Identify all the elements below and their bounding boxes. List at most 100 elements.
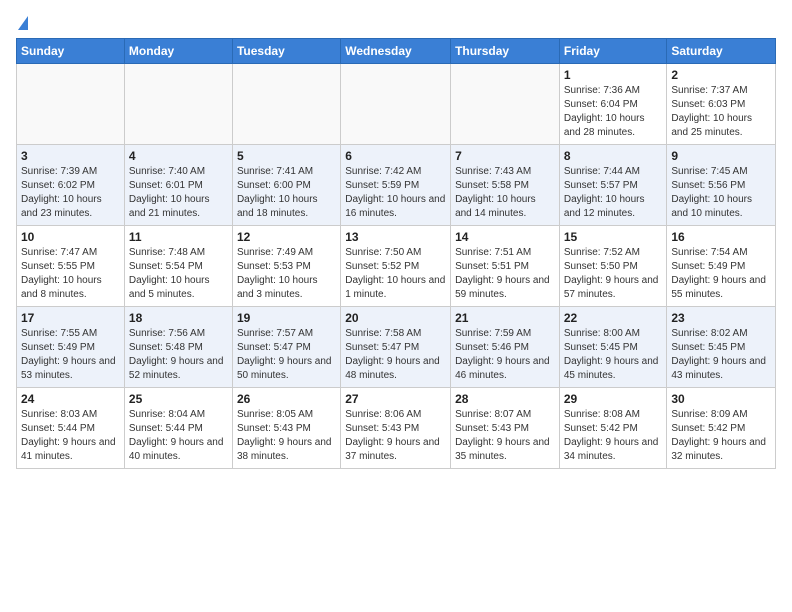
day-number: 8 (564, 149, 663, 163)
day-info: Sunrise: 8:06 AM Sunset: 5:43 PM Dayligh… (345, 408, 446, 464)
calendar-cell: 22 Sunrise: 8:00 AM Sunset: 5:45 PM Dayli… (559, 307, 667, 388)
day-info: Sunrise: 7:56 AM Sunset: 5:48 PM Dayligh… (129, 327, 228, 383)
day-number: 12 (237, 230, 336, 244)
calendar-week-row: 24 Sunrise: 8:03 AM Sunset: 5:44 PM Dayli… (17, 388, 776, 469)
day-info: Sunrise: 7:50 AM Sunset: 5:52 PM Dayligh… (345, 246, 446, 302)
day-info: Sunrise: 7:42 AM Sunset: 5:59 PM Dayligh… (345, 165, 446, 221)
calendar-header-friday: Friday (559, 39, 667, 64)
day-number: 7 (455, 149, 555, 163)
calendar-cell: 25Sunrise: 8:04 AM Sunset: 5:44 PM Dayli… (124, 388, 232, 469)
day-number: 28 (455, 392, 555, 406)
day-info: Sunrise: 7:48 AM Sunset: 5:54 PM Dayligh… (129, 246, 228, 302)
day-info: Sunrise: 8:00 AM Sunset: 5:45 PM Dayligh… (564, 327, 663, 383)
calendar-cell: 8Sunrise: 7:44 AM Sunset: 5:57 PM Daylig… (559, 145, 667, 226)
calendar-cell: 18 Sunrise: 7:56 AM Sunset: 5:48 PM Dayli… (124, 307, 232, 388)
day-info: Sunrise: 7:59 AM Sunset: 5:46 PM Dayligh… (455, 327, 555, 383)
calendar-cell (17, 64, 125, 145)
calendar-week-row: 1 Sunrise: 7:36 AM Sunset: 6:04 PM Daylig… (17, 64, 776, 145)
day-number: 3 (21, 149, 120, 163)
calendar-cell: 23Sunrise: 8:02 AM Sunset: 5:45 PM Dayli… (667, 307, 776, 388)
calendar-cell: 14Sunrise: 7:51 AM Sunset: 5:51 PM Dayli… (451, 226, 560, 307)
day-number: 15 (564, 230, 663, 244)
day-number: 4 (129, 149, 228, 163)
day-info: Sunrise: 7:51 AM Sunset: 5:51 PM Dayligh… (455, 246, 555, 302)
calendar-cell (124, 64, 232, 145)
calendar-header-sunday: Sunday (17, 39, 125, 64)
calendar-cell: 11 Sunrise: 7:48 AM Sunset: 5:54 PM Dayli… (124, 226, 232, 307)
calendar-week-row: 3 Sunrise: 7:39 AM Sunset: 6:02 PM Daylig… (17, 145, 776, 226)
calendar-cell: 17 Sunrise: 7:55 AM Sunset: 5:49 PM Dayli… (17, 307, 125, 388)
day-number: 16 (671, 230, 771, 244)
calendar-cell: 27 Sunrise: 8:06 AM Sunset: 5:43 PM Dayli… (341, 388, 451, 469)
day-number: 24 (21, 392, 120, 406)
day-info: Sunrise: 8:09 AM Sunset: 5:42 PM Dayligh… (671, 408, 771, 464)
calendar-cell: 24 Sunrise: 8:03 AM Sunset: 5:44 PM Dayli… (17, 388, 125, 469)
calendar-cell: 30 Sunrise: 8:09 AM Sunset: 5:42 PM Dayli… (667, 388, 776, 469)
calendar-cell: 26 Sunrise: 8:05 AM Sunset: 5:43 PM Dayli… (232, 388, 340, 469)
day-info: Sunrise: 7:39 AM Sunset: 6:02 PM Dayligh… (21, 165, 120, 221)
day-info: Sunrise: 7:55 AM Sunset: 5:49 PM Dayligh… (21, 327, 120, 383)
calendar-cell: 20 Sunrise: 7:58 AM Sunset: 5:47 PM Dayli… (341, 307, 451, 388)
day-info: Sunrise: 7:54 AM Sunset: 5:49 PM Dayligh… (671, 246, 771, 302)
day-info: Sunrise: 7:57 AM Sunset: 5:47 PM Dayligh… (237, 327, 336, 383)
day-number: 26 (237, 392, 336, 406)
day-number: 19 (237, 311, 336, 325)
day-info: Sunrise: 8:03 AM Sunset: 5:44 PM Dayligh… (21, 408, 120, 464)
day-number: 9 (671, 149, 771, 163)
day-number: 2 (671, 68, 771, 82)
calendar-header-row: SundayMondayTuesdayWednesdayThursdayFrid… (17, 39, 776, 64)
calendar-cell: 29Sunrise: 8:08 AM Sunset: 5:42 PM Dayli… (559, 388, 667, 469)
day-info: Sunrise: 7:58 AM Sunset: 5:47 PM Dayligh… (345, 327, 446, 383)
day-number: 18 (129, 311, 228, 325)
calendar-cell: 7 Sunrise: 7:43 AM Sunset: 5:58 PM Daylig… (451, 145, 560, 226)
calendar-cell: 21 Sunrise: 7:59 AM Sunset: 5:46 PM Dayli… (451, 307, 560, 388)
day-number: 23 (671, 311, 771, 325)
calendar-cell: 12 Sunrise: 7:49 AM Sunset: 5:53 PM Dayli… (232, 226, 340, 307)
calendar-header-wednesday: Wednesday (341, 39, 451, 64)
day-info: Sunrise: 7:45 AM Sunset: 5:56 PM Dayligh… (671, 165, 771, 221)
day-number: 1 (564, 68, 663, 82)
day-info: Sunrise: 7:40 AM Sunset: 6:01 PM Dayligh… (129, 165, 228, 221)
calendar-cell: 28 Sunrise: 8:07 AM Sunset: 5:43 PM Dayli… (451, 388, 560, 469)
day-info: Sunrise: 8:07 AM Sunset: 5:43 PM Dayligh… (455, 408, 555, 464)
calendar-week-row: 10 Sunrise: 7:47 AM Sunset: 5:55 PM Dayli… (17, 226, 776, 307)
calendar-header-tuesday: Tuesday (232, 39, 340, 64)
day-number: 20 (345, 311, 446, 325)
calendar-cell: 6 Sunrise: 7:42 AM Sunset: 5:59 PM Daylig… (341, 145, 451, 226)
calendar-cell: 3 Sunrise: 7:39 AM Sunset: 6:02 PM Daylig… (17, 145, 125, 226)
day-number: 22 (564, 311, 663, 325)
day-info: Sunrise: 7:41 AM Sunset: 6:00 PM Dayligh… (237, 165, 336, 221)
calendar-cell (341, 64, 451, 145)
day-number: 17 (21, 311, 120, 325)
page-header (16, 16, 776, 30)
day-number: 11 (129, 230, 228, 244)
day-number: 6 (345, 149, 446, 163)
day-info: Sunrise: 8:05 AM Sunset: 5:43 PM Dayligh… (237, 408, 336, 464)
day-number: 10 (21, 230, 120, 244)
calendar-cell (232, 64, 340, 145)
calendar-cell: 9 Sunrise: 7:45 AM Sunset: 5:56 PM Daylig… (667, 145, 776, 226)
day-info: Sunrise: 7:52 AM Sunset: 5:50 PM Dayligh… (564, 246, 663, 302)
day-number: 27 (345, 392, 446, 406)
calendar-table: SundayMondayTuesdayWednesdayThursdayFrid… (16, 38, 776, 469)
day-info: Sunrise: 7:49 AM Sunset: 5:53 PM Dayligh… (237, 246, 336, 302)
calendar-cell: 1 Sunrise: 7:36 AM Sunset: 6:04 PM Daylig… (559, 64, 667, 145)
day-number: 30 (671, 392, 771, 406)
day-info: Sunrise: 7:36 AM Sunset: 6:04 PM Dayligh… (564, 84, 663, 140)
logo (16, 16, 28, 30)
day-info: Sunrise: 7:43 AM Sunset: 5:58 PM Dayligh… (455, 165, 555, 221)
day-info: Sunrise: 8:04 AM Sunset: 5:44 PM Dayligh… (129, 408, 228, 464)
day-info: Sunrise: 8:08 AM Sunset: 5:42 PM Dayligh… (564, 408, 663, 464)
day-number: 21 (455, 311, 555, 325)
calendar-cell: 2 Sunrise: 7:37 AM Sunset: 6:03 PM Daylig… (667, 64, 776, 145)
day-info: Sunrise: 7:37 AM Sunset: 6:03 PM Dayligh… (671, 84, 771, 140)
day-info: Sunrise: 7:47 AM Sunset: 5:55 PM Dayligh… (21, 246, 120, 302)
day-number: 5 (237, 149, 336, 163)
calendar-cell: 10 Sunrise: 7:47 AM Sunset: 5:55 PM Dayli… (17, 226, 125, 307)
calendar-cell: 5 Sunrise: 7:41 AM Sunset: 6:00 PM Daylig… (232, 145, 340, 226)
day-number: 13 (345, 230, 446, 244)
calendar-cell: 13 Sunrise: 7:50 AM Sunset: 5:52 PM Dayli… (341, 226, 451, 307)
calendar-header-monday: Monday (124, 39, 232, 64)
calendar-cell: 4 Sunrise: 7:40 AM Sunset: 6:01 PM Daylig… (124, 145, 232, 226)
logo-icon (18, 16, 28, 30)
